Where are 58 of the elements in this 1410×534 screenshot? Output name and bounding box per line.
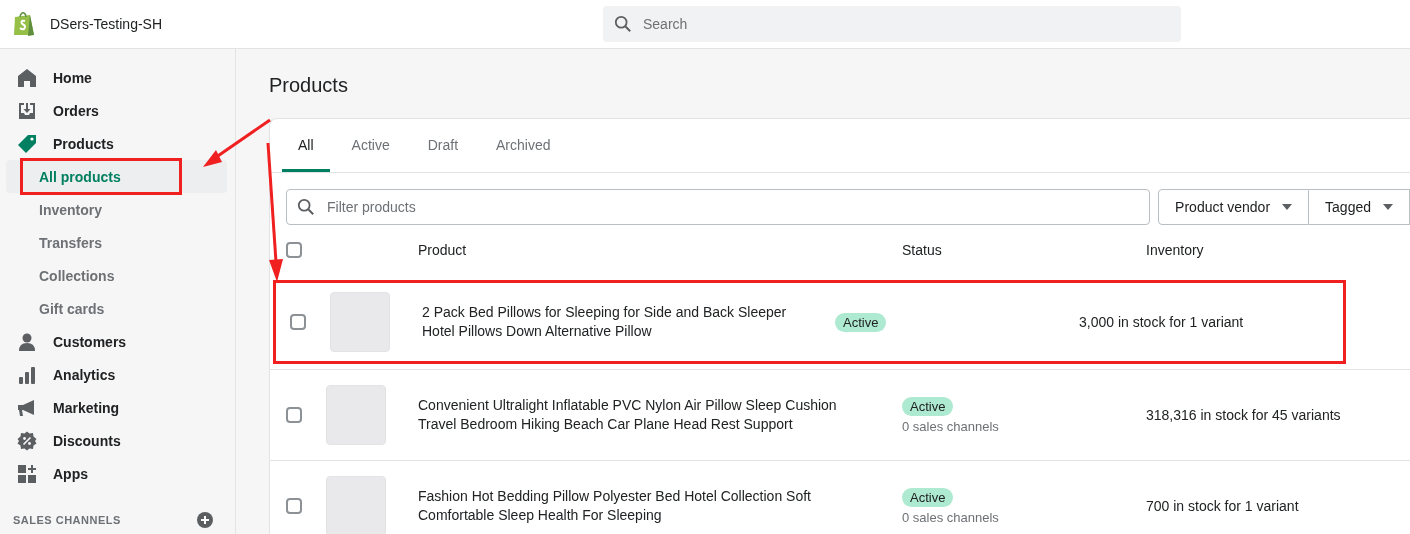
sales-channels-text: 0 sales channels [902,509,999,525]
tab[interactable]: Draft [411,119,475,172]
nav-item[interactable]: Marketing [0,391,235,424]
inventory-text: 3,000 in stock for 1 variant [1079,314,1245,330]
inventory-text: 700 in stock for 1 variant [1146,498,1300,514]
product-name[interactable]: Fashion Hot Bedding Pillow Polyester Bed Hotel Collection Soft Comfortable Sleep Health For Sleeping [418,487,902,525]
apps-grid-icon [17,463,37,484]
nav-item[interactable]: Analytics [0,358,235,391]
nav-item[interactable]: Customers [0,325,235,358]
subnav-item[interactable]: Inventory [6,193,227,226]
product-name[interactable]: 2 Pack Bed Pillows for Sleeping for Side and Back Sleeper Hotel Pillows Down Alternative Pillow [422,303,835,341]
nav-item[interactable]: Apps [0,457,235,490]
person-icon [17,331,37,352]
sales-channels-text: 0 sales channels [902,418,999,434]
row-checkbox[interactable] [286,407,302,423]
megaphone-icon [17,397,37,418]
nav-item[interactable]: Discounts [0,424,235,457]
nav-item[interactable]: Products [0,127,235,160]
filter-field[interactable]: Filter products [286,189,1151,225]
filter-dropdown-button[interactable]: Tagged [1309,189,1410,225]
shopping-bag-logo-icon [12,11,36,37]
photo-placeholder [326,385,386,445]
page-title: Products [269,74,349,97]
section-heading: SALES CHANNELS [13,514,121,526]
inbox-download-icon [17,100,37,121]
caret-icon [1282,204,1293,210]
bar-chart-icon [17,364,37,385]
add-icon[interactable] [197,512,213,528]
row-checkbox[interactable] [290,314,306,330]
discount-badge-icon [17,430,37,451]
subnav-item[interactable]: Collections [6,259,227,292]
product-name[interactable]: Convenient Ultralight Inflatable PVC Nylon Air Pillow Sleep Cushion Travel Bedroom Hiking Beach Car Plane Head Rest Support [418,396,902,434]
tag-icon [17,133,37,154]
search-icon [614,15,632,33]
nav-item[interactable]: Orders [0,94,235,127]
store-name: DSers-Testing-SH [50,16,163,32]
column-header: Product [418,242,468,258]
tab[interactable]: Active [335,119,406,172]
subnav-item[interactable]: All products [6,160,227,193]
select-all-checkbox[interactable] [286,242,302,258]
tab[interactable]: Archived [480,119,567,172]
photo-placeholder [330,292,390,352]
inventory-text: 318,316 in stock for 45 variants [1146,407,1342,423]
search-icon [297,198,315,216]
column-header: Inventory [1146,242,1205,258]
home-icon [17,67,37,88]
subnav-item[interactable]: Gift cards [6,292,227,325]
caret-icon [1383,204,1393,210]
status-badge: Active [835,312,887,332]
filter-dropdown-button[interactable]: Product vendor [1158,189,1310,225]
row-checkbox[interactable] [286,498,302,514]
search-field[interactable]: Search [603,6,1181,42]
subnav-item[interactable]: Transfers [6,226,227,259]
nav-item[interactable]: Home [0,61,235,94]
status-badge: Active [902,396,954,416]
tab[interactable]: All [282,119,330,172]
status-badge: Active [902,487,954,507]
column-header: Status [902,242,943,258]
